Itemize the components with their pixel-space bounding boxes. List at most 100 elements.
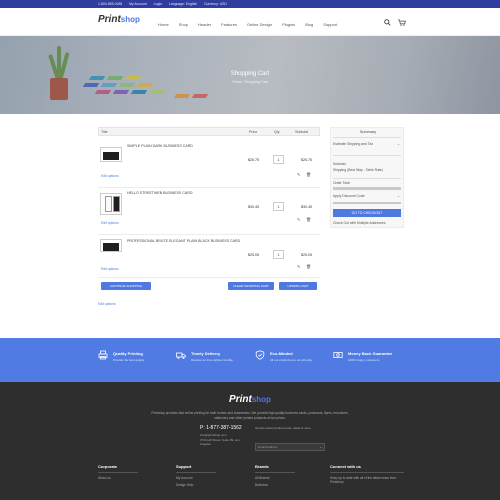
newsletter-text: Get the latest product news, deals & mor…: [255, 426, 311, 430]
shipping-label: Shipping (Best Way - Table Rate): [333, 168, 383, 172]
footer-column-heading: Connect with us: [330, 464, 361, 469]
estimate-shipping-toggle[interactable]: Estimate Shipping and Tax: [333, 142, 393, 146]
nav-item-header[interactable]: Header: [198, 22, 211, 27]
quantity-input[interactable]: 1: [273, 250, 284, 259]
trash-icon[interactable]: 🗑: [306, 217, 311, 222]
nav-item-features[interactable]: Features: [221, 22, 237, 27]
footer-logo-main: Print: [229, 394, 252, 405]
topbar-login-link[interactable]: Login: [154, 2, 162, 6]
site-footer: Printshop Printshop provides fast online…: [0, 382, 500, 500]
footer-email[interactable]: info@printshop.com: [200, 433, 227, 437]
topbar-phone: 1-800-555-0188: [98, 2, 123, 6]
quantity-input[interactable]: 1: [273, 202, 284, 211]
product-thumbnail[interactable]: [100, 147, 122, 162]
breadcrumb[interactable]: Home / Shopping Cart: [0, 80, 500, 84]
product-subtotal: $26.75: [301, 158, 312, 162]
chevron-down-icon[interactable]: ⌄: [397, 142, 400, 146]
shield-icon: [255, 350, 265, 360]
row-divider: [98, 277, 320, 278]
feature-title: Quality Printing: [113, 351, 143, 356]
continue-shopping-button[interactable]: CONTINUE SHOPPING: [101, 282, 151, 290]
chevron-down-icon[interactable]: ⌄: [319, 444, 322, 449]
trash-icon[interactable]: 🗑: [306, 172, 311, 177]
quantity-input[interactable]: 1: [273, 155, 284, 164]
edit-icon[interactable]: ✎: [297, 172, 300, 177]
footer-address: 3734 Hill Street, Suite 99, Los Angeles: [200, 438, 240, 446]
edit-options-link[interactable]: Edit options: [101, 267, 119, 271]
logo-main-text: Print: [98, 14, 121, 25]
search-icon[interactable]: [384, 19, 391, 28]
trash-icon[interactable]: 🗑: [306, 264, 311, 269]
nav-item-blog[interactable]: Blog: [305, 22, 313, 27]
footer-column-corporate: Corporate About us: [98, 464, 138, 480]
nav-item-online-design[interactable]: Online Design: [247, 22, 272, 27]
footer-column-heading: Brands: [255, 464, 269, 469]
printer-icon: [98, 350, 108, 360]
footer-link[interactable]: About us: [98, 476, 138, 480]
footer-column-support: Support My Account Design Help: [176, 464, 216, 487]
topbar-language-select[interactable]: Language: English: [169, 2, 197, 6]
hero-banner: Shopping Cart Home / Shopping Cart: [0, 36, 500, 114]
top-bar: 1-800-555-0188 My Account Login Language…: [0, 0, 500, 8]
footer-column-connect: Connect with us Keep up to date with all…: [330, 464, 404, 484]
cart-icon[interactable]: [398, 19, 406, 28]
footer-column-heading: Corporate: [98, 464, 118, 469]
footer-logo-accent: shop: [251, 395, 271, 404]
footer-link[interactable]: Design Help: [176, 483, 216, 487]
nav-item-support[interactable]: Support: [323, 22, 337, 27]
edit-options-link[interactable]: Edit options: [101, 221, 119, 225]
order-total-label: Order Total: [333, 181, 350, 185]
footer-link[interactable]: My Account: [176, 476, 216, 480]
order-summary: Summary Estimate Shipping and Tax ⌄ Subt…: [330, 127, 404, 228]
discount-code-toggle[interactable]: Apply Discount Code: [333, 194, 365, 198]
product-price: $25.05: [248, 253, 259, 257]
footer-phone: P: 1-877-387-1562: [200, 425, 242, 431]
product-name[interactable]: PROFESSIONAL BRUTE ELEGANT PLAIN BLACK B…: [127, 239, 245, 244]
topbar-my-account-link[interactable]: My Account: [129, 2, 147, 6]
site-logo[interactable]: Printshop: [98, 14, 140, 25]
update-cart-button[interactable]: UPDATE CART: [279, 282, 317, 290]
truck-icon: [176, 350, 186, 360]
product-price: $26.75: [248, 158, 259, 162]
footer-logo[interactable]: Printshop: [0, 394, 500, 405]
checkout-button[interactable]: GO TO CHECKOUT: [333, 209, 401, 217]
main-nav: Home Shop Header Features Online Design …: [158, 22, 347, 27]
product-name[interactable]: HELLO STREETWEB BUSINESS CARD: [127, 191, 247, 196]
product-thumbnail[interactable]: [100, 239, 122, 252]
logo-accent-text: shop: [120, 15, 140, 24]
cart-row: SIMPLE PLAIN DARK BUSINESS CARD $26.75 1…: [98, 139, 320, 187]
product-thumbnail[interactable]: [100, 193, 122, 215]
site-header: Printshop Home Shop Header Features Onli…: [0, 8, 500, 36]
footer-connect-text: Keep up to date with all of the latest n…: [330, 476, 397, 484]
cart-table: Title Price Qty Subtotal SIMPLE PLAIN DA…: [98, 127, 320, 290]
multiple-addresses-link[interactable]: Check Out with Multiple Addresses: [333, 221, 385, 225]
feature-title: Money Back Guarantee: [348, 351, 393, 356]
product-subtotal: $25.05: [301, 253, 312, 257]
footer-description: Printshop provides fast online printing …: [151, 411, 349, 420]
feature-desc: 100% happy customers: [348, 358, 380, 362]
features-band: Quality Printing Provide the best qualit…: [0, 338, 500, 382]
nav-item-home[interactable]: Home: [158, 22, 169, 27]
chevron-down-icon[interactable]: ⌄: [397, 194, 400, 198]
product-name[interactable]: SIMPLE PLAIN DARK BUSINESS CARD: [127, 144, 247, 149]
feature-title: Eco-Minded: [270, 351, 293, 356]
edit-options-link[interactable]: Edit options: [101, 174, 119, 178]
product-price: $30.45: [248, 205, 259, 209]
edit-icon[interactable]: ✎: [297, 217, 300, 222]
footer-link[interactable]: All Brands: [255, 476, 295, 480]
topbar-currency-select[interactable]: Currency: USD: [204, 2, 227, 6]
nav-item-shop[interactable]: Shop: [179, 22, 188, 27]
newsletter-email-input[interactable]: Email Address: [255, 443, 325, 451]
feature-desc: Receive on time without trouble: [191, 358, 233, 362]
cart-row: HELLO STREETWEB BUSINESS CARD $30.45 1 $…: [98, 188, 320, 234]
cart-table-header: Title Price Qty Subtotal: [98, 127, 320, 136]
edit-options-link[interactable]: Edit options: [98, 302, 116, 306]
footer-link[interactable]: Business: [255, 483, 295, 487]
product-subtotal: $30.45: [301, 205, 312, 209]
subtotal-label: Subtotal: [333, 162, 346, 166]
page-title: Shopping Cart: [230, 71, 270, 77]
clear-cart-button[interactable]: CLEAR SHOPPING CART: [228, 282, 274, 290]
nav-item-plugins[interactable]: Plugins: [282, 22, 295, 27]
col-price: Price: [249, 129, 258, 134]
edit-icon[interactable]: ✎: [297, 264, 300, 269]
